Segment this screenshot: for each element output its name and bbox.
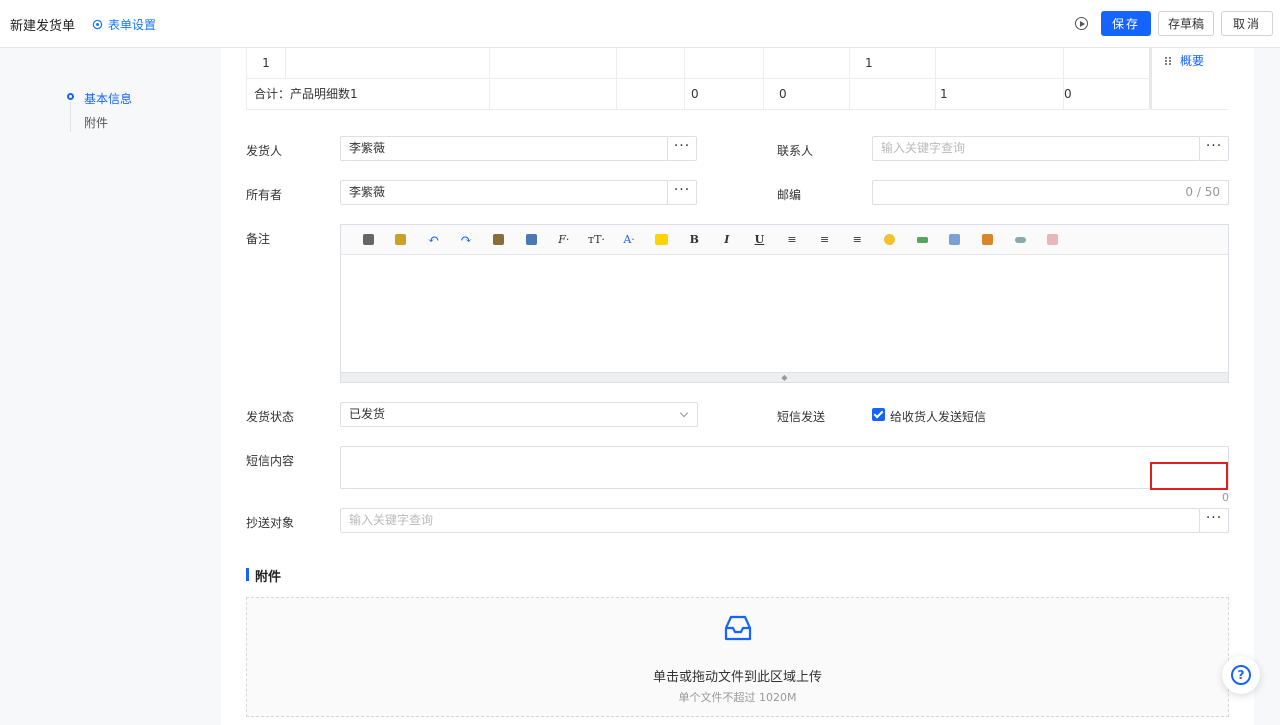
sms-content-textarea[interactable] <box>340 446 1229 489</box>
redo-icon[interactable]: ↷ <box>450 230 483 250</box>
anchor-item-attachment[interactable]: 附件 <box>84 114 108 131</box>
shipper-label: 发货人 <box>246 144 283 158</box>
table-row: 1 1 <box>246 48 1228 79</box>
row-index: 1 <box>246 48 286 79</box>
contact-input[interactable]: 输入关键字查询 <box>872 136 1200 161</box>
highlight-box <box>1150 462 1228 490</box>
font-family-icon[interactable]: F· <box>548 230 581 250</box>
sms-send-option-label[interactable]: 给收货人发送短信 <box>890 408 986 425</box>
qty-cell[interactable]: 1 <box>850 48 936 79</box>
total-label: 合计：产品明细数1 <box>246 79 490 110</box>
drag-handle-icon <box>1165 56 1171 65</box>
form-settings-link[interactable]: 表单设置 <box>92 16 156 33</box>
template-icon[interactable] <box>385 230 418 250</box>
attachment-section-title: 附件 <box>255 570 282 585</box>
table-icon[interactable] <box>939 230 972 250</box>
total-value: 0 <box>764 79 850 110</box>
italic-icon[interactable]: I <box>711 230 744 250</box>
form-settings-label: 表单设置 <box>108 18 157 32</box>
remark-label: 备注 <box>246 232 271 246</box>
ship-status-select[interactable]: 已发货 <box>340 402 698 427</box>
fullscreen-icon[interactable] <box>1036 230 1069 250</box>
section-marker <box>246 568 249 581</box>
bold-icon[interactable]: B <box>678 230 711 250</box>
help-button[interactable]: ? <box>1222 656 1260 694</box>
chevron-down-icon <box>679 408 689 418</box>
undo-icon[interactable]: ↶ <box>417 230 450 250</box>
table-cell[interactable] <box>764 48 850 79</box>
paste-text-icon[interactable] <box>515 230 548 250</box>
cancel-button[interactable]: 取消 <box>1221 11 1273 36</box>
owner-picker-button[interactable]: ··· <box>667 180 697 205</box>
font-color-icon[interactable]: A· <box>613 230 646 250</box>
save-button[interactable]: 保存 <box>1101 11 1151 36</box>
paste-icon[interactable] <box>482 230 515 250</box>
ship-status-value: 已发货 <box>349 407 386 421</box>
underline-icon[interactable]: U <box>743 230 776 250</box>
cc-input[interactable]: 输入关键字查询 <box>340 508 1200 533</box>
inbox-icon <box>724 615 752 641</box>
table-total-row: 合计：产品明细数1 0 0 1 0 <box>246 79 1228 110</box>
editor-resize-handle[interactable]: ◆ <box>341 372 1228 382</box>
zipcode-label: 邮编 <box>777 188 802 202</box>
zipcode-counter: 0 / 50 <box>1185 185 1220 199</box>
editor-toolbar: ↶ ↷ F· тT· A· B I U ≡ ≡ ≡ <box>341 225 1228 255</box>
remark-rich-editor[interactable]: ↶ ↷ F· тT· A· B I U ≡ ≡ ≡ ◆ <box>340 224 1229 383</box>
sms-content-counter: 0 <box>1222 491 1229 504</box>
link-icon[interactable] <box>1004 230 1037 250</box>
summary-label: 概要 <box>1180 54 1205 68</box>
anchor-active-dot <box>67 93 74 100</box>
table-cell[interactable] <box>617 48 685 79</box>
source-icon[interactable] <box>352 230 385 250</box>
save-draft-button[interactable]: 存草稿 <box>1158 11 1214 36</box>
settings-icon <box>92 19 103 30</box>
align-left-icon[interactable]: ≡ <box>776 230 809 250</box>
table-cell <box>617 79 685 110</box>
zipcode-input[interactable]: 0 / 50 <box>872 180 1229 205</box>
page-title: 新建发货单 <box>10 19 76 34</box>
play-circle-icon[interactable] <box>1075 17 1088 30</box>
ship-status-label: 发货状态 <box>246 410 295 424</box>
sms-send-label: 短信发送 <box>777 410 826 424</box>
total-value: 0 <box>685 79 764 110</box>
table-cell[interactable] <box>490 48 617 79</box>
owner-label: 所有者 <box>246 188 283 202</box>
owner-input[interactable]: 李紫薇 <box>340 180 668 205</box>
summary-tab[interactable]: 概要 <box>1149 48 1229 109</box>
table-cell[interactable] <box>936 48 1064 79</box>
image-icon[interactable] <box>971 230 1004 250</box>
help-icon: ? <box>1231 665 1251 685</box>
insert-hr-icon[interactable] <box>906 230 939 250</box>
upload-limit-hint: 单个文件不超过 1020M <box>678 691 797 704</box>
anchor-line <box>70 102 71 132</box>
anchor-item-basic-info[interactable]: 基本信息 <box>84 90 132 107</box>
cc-picker-button[interactable]: ··· <box>1199 508 1229 533</box>
align-right-icon[interactable]: ≡ <box>841 230 874 250</box>
total-value: 1 <box>936 79 1064 110</box>
emoji-icon[interactable] <box>874 230 907 250</box>
table-cell <box>850 79 936 110</box>
table-cell[interactable] <box>286 48 490 79</box>
background-color-icon[interactable] <box>645 230 678 250</box>
shipper-input[interactable]: 李紫薇 <box>340 136 668 161</box>
upload-dropzone[interactable]: 单击或拖动文件到此区域上传 单个文件不超过 1020M <box>246 597 1229 717</box>
table-cell <box>490 79 617 110</box>
cc-label: 抄送对象 <box>246 516 295 530</box>
sms-content-label: 短信内容 <box>246 454 295 468</box>
table-cell[interactable] <box>685 48 764 79</box>
upload-hint: 单击或拖动文件到此区域上传 <box>652 670 822 685</box>
contact-picker-button[interactable]: ··· <box>1199 136 1229 161</box>
align-center-icon[interactable]: ≡ <box>808 230 841 250</box>
shipper-picker-button[interactable]: ··· <box>667 136 697 161</box>
top-bar: 新建发货单 表单设置 保存 存草稿 取消 <box>0 0 1280 48</box>
font-size-icon[interactable]: тT· <box>580 230 613 250</box>
sms-send-checkbox[interactable] <box>872 408 885 421</box>
contact-label: 联系人 <box>777 144 814 158</box>
